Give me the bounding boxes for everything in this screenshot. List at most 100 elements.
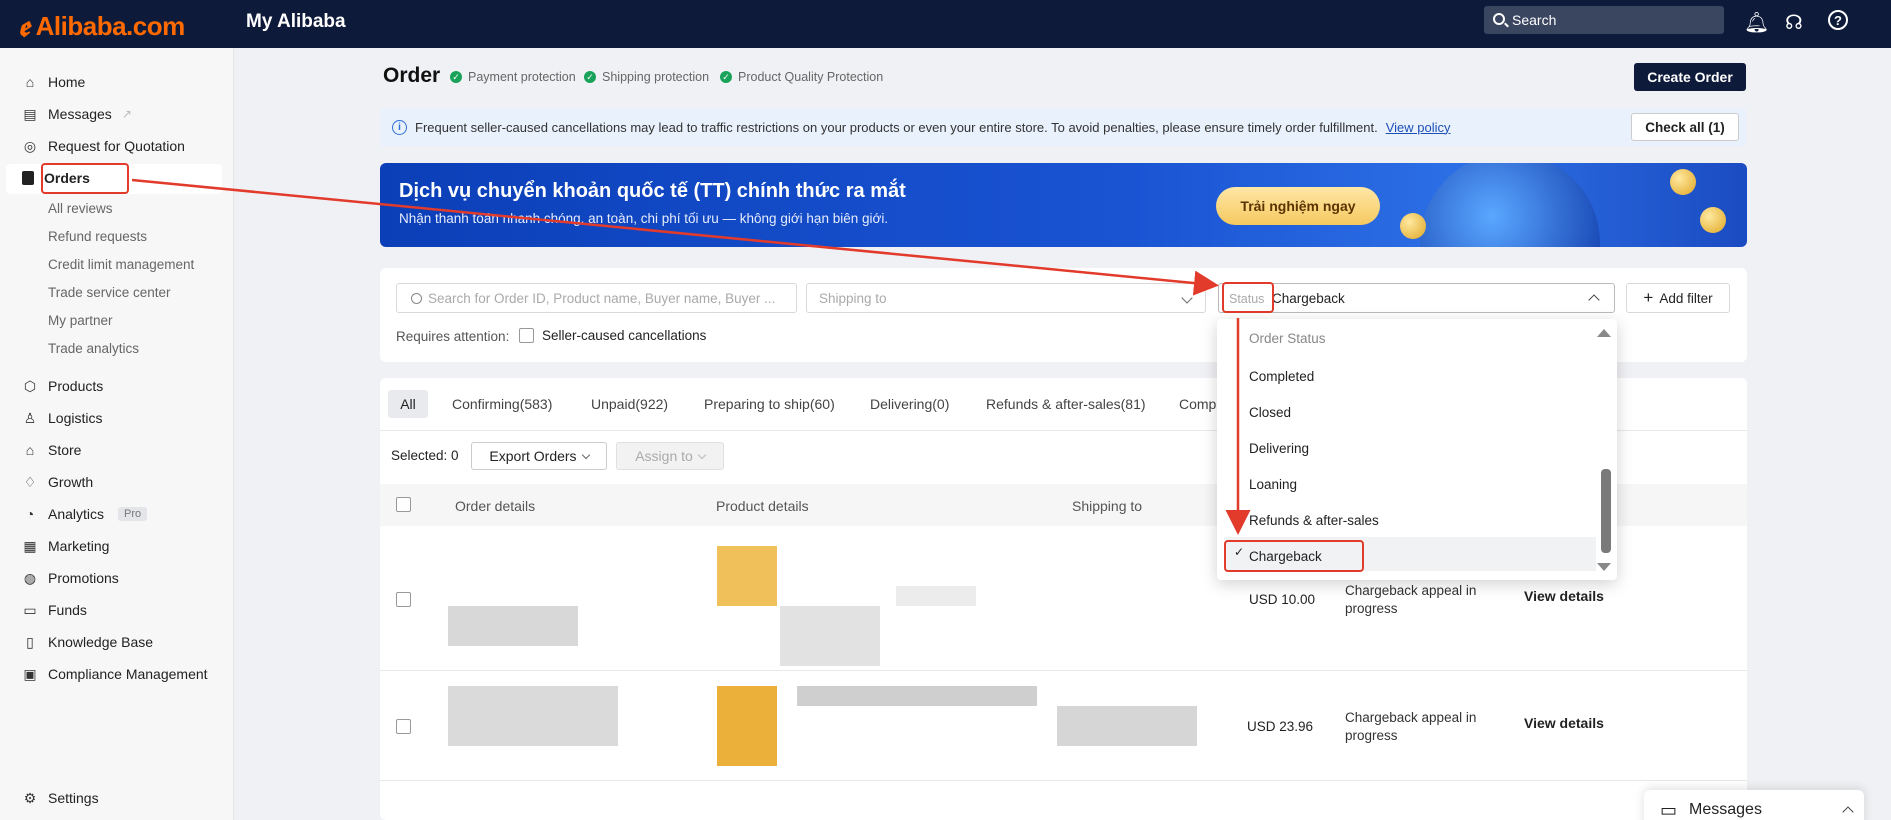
blurred-order-details bbox=[448, 686, 618, 746]
scroll-down-arrow-icon[interactable] bbox=[1597, 563, 1611, 571]
sidebar-item-label: Growth bbox=[48, 474, 94, 490]
brand-name: Alibaba.com bbox=[35, 10, 186, 41]
sidebar-subitem-my-partner[interactable]: My partner bbox=[48, 313, 113, 328]
export-orders-button[interactable]: Export Orders bbox=[471, 442, 607, 470]
sidebar-item-store[interactable]: ⌂ Store bbox=[22, 438, 82, 462]
check-circle-icon: ✓ bbox=[720, 71, 732, 83]
search-icon bbox=[1493, 13, 1505, 25]
tab-unpaid[interactable]: Unpaid(922) bbox=[591, 396, 668, 412]
box-icon: ⬡ bbox=[23, 377, 37, 394]
sidebar-subitem-refund-requests[interactable]: Refund requests bbox=[48, 229, 147, 244]
check-all-button[interactable]: Check all (1) bbox=[1631, 113, 1739, 141]
status-option-closed[interactable]: Closed bbox=[1249, 405, 1291, 420]
tab-confirming[interactable]: Confirming(583) bbox=[452, 396, 552, 412]
dropdown-scrollbar[interactable] bbox=[1601, 469, 1611, 553]
row-checkbox[interactable] bbox=[396, 592, 411, 607]
tab-all[interactable]: All bbox=[388, 390, 428, 418]
order-search-input[interactable]: Search for Order ID, Product name, Buyer… bbox=[396, 283, 797, 313]
banner-cta-button[interactable]: Trải nghiệm ngay bbox=[1216, 187, 1380, 225]
order-amount: USD 10.00 bbox=[1249, 592, 1316, 607]
messages-widget[interactable]: ▭ Messages bbox=[1644, 790, 1864, 820]
headset-icon[interactable]: ☊ bbox=[1785, 10, 1803, 35]
select-all-checkbox[interactable] bbox=[396, 497, 411, 512]
column-product-details: Product details bbox=[716, 498, 809, 514]
order-search-placeholder: Search for Order ID, Product name, Buyer… bbox=[428, 290, 776, 306]
quality-protection-badge: ✓ Product Quality Protection bbox=[720, 70, 883, 84]
sidebar-item-label: Funds bbox=[48, 602, 87, 618]
divider bbox=[380, 670, 1747, 671]
promotions-icon: ◍ bbox=[23, 569, 37, 586]
sidebar-item-label: Compliance Management bbox=[48, 666, 208, 682]
sidebar-subitem-credit-limit[interactable]: Credit limit management bbox=[48, 257, 194, 272]
shipping-to-select[interactable]: Shipping to bbox=[806, 283, 1206, 313]
sidebar-item-compliance[interactable]: ▣ Compliance Management bbox=[22, 662, 208, 686]
blurred-order-details bbox=[448, 606, 578, 646]
alibaba-logo[interactable]: ꬲ Alibaba.com bbox=[18, 7, 185, 45]
checkbox[interactable] bbox=[519, 328, 534, 343]
status-select[interactable]: Status Chargeback bbox=[1218, 283, 1615, 313]
sidebar-item-home[interactable]: ⌂ Home bbox=[22, 70, 86, 94]
add-filter-button[interactable]: + Add filter bbox=[1626, 283, 1730, 313]
status-option-delivering[interactable]: Delivering bbox=[1249, 441, 1309, 456]
add-filter-label: Add filter bbox=[1659, 290, 1713, 306]
orders-annotation-box bbox=[41, 163, 129, 194]
promo-banner[interactable]: Dịch vụ chuyển khoản quốc tế (TT) chính … bbox=[380, 163, 1747, 247]
sidebar-item-label: Products bbox=[48, 378, 104, 394]
plus-icon: + bbox=[1643, 288, 1654, 307]
sidebar-item-funds[interactable]: ▭ Funds bbox=[22, 598, 87, 622]
sidebar-item-rfq[interactable]: ◎ Request for Quotation bbox=[22, 134, 185, 158]
protection-label: Product Quality Protection bbox=[738, 70, 884, 84]
requires-attention-label: Requires attention: bbox=[396, 329, 510, 344]
sidebar-item-promotions[interactable]: ◍ Promotions bbox=[22, 566, 119, 590]
bell-icon[interactable]: 🔔︎ bbox=[1744, 10, 1769, 35]
blurred-product-name bbox=[780, 606, 880, 666]
growth-icon: ♢ bbox=[23, 473, 37, 490]
sidebar-item-knowledge-base[interactable]: ▯ Knowledge Base bbox=[22, 630, 153, 654]
sidebar-item-growth[interactable]: ♢ Growth bbox=[22, 470, 93, 494]
sidebar-item-settings[interactable]: ⚙ Settings bbox=[22, 786, 99, 810]
status-option-refunds[interactable]: Refunds & after-sales bbox=[1249, 513, 1379, 528]
column-order-details: Order details bbox=[455, 498, 536, 514]
seller-cancellations-checkbox[interactable]: Seller-caused cancellations bbox=[519, 328, 706, 343]
section-title[interactable]: My Alibaba bbox=[246, 11, 346, 33]
sidebar-item-logistics[interactable]: ♙ Logistics bbox=[22, 406, 103, 430]
help-icon[interactable]: ? bbox=[1828, 10, 1848, 30]
view-details-link[interactable]: View details bbox=[1524, 588, 1604, 604]
sidebar-item-label: Analytics bbox=[48, 506, 105, 522]
sidebar-item-label: Logistics bbox=[48, 410, 103, 426]
view-policy-link[interactable]: View policy bbox=[1386, 120, 1451, 135]
row-checkbox[interactable] bbox=[396, 719, 411, 734]
sidebar-item-analytics[interactable]: ◔ Analytics Pro bbox=[22, 502, 148, 526]
status-option-loaning[interactable]: Loaning bbox=[1249, 477, 1297, 492]
status-value: Chargeback bbox=[1271, 290, 1345, 306]
sidebar-subitem-all-reviews[interactable]: All reviews bbox=[48, 201, 113, 216]
sidebar-item-label: Settings bbox=[48, 790, 99, 806]
funds-icon: ▭ bbox=[23, 601, 37, 618]
sidebar-item-marketing[interactable]: ▦ Marketing bbox=[22, 534, 109, 558]
payment-protection-badge: ✓ Payment protection bbox=[450, 70, 576, 84]
page-title: Order bbox=[383, 64, 441, 87]
check-circle-icon: ✓ bbox=[450, 71, 462, 83]
global-search-input[interactable]: Search bbox=[1484, 6, 1724, 34]
gear-icon: ⚙ bbox=[23, 789, 37, 806]
view-details-link[interactable]: View details bbox=[1524, 715, 1604, 731]
sidebar-item-messages[interactable]: ▤ Messages ↗ bbox=[22, 102, 132, 126]
scroll-up-arrow-icon[interactable] bbox=[1597, 329, 1611, 337]
sidebar-item-products[interactable]: ⬡ Products bbox=[22, 374, 103, 398]
order-status: Chargeback appeal in progress bbox=[1345, 583, 1477, 616]
pro-badge: Pro bbox=[118, 507, 148, 521]
sidebar-subitem-trade-analytics[interactable]: Trade analytics bbox=[48, 341, 139, 356]
assign-to-button[interactable]: Assign to bbox=[616, 442, 724, 470]
tab-delivering[interactable]: Delivering(0) bbox=[870, 396, 949, 412]
sidebar-subitem-trade-service[interactable]: Trade service center bbox=[48, 285, 171, 300]
messages-widget-label: Messages bbox=[1689, 801, 1762, 818]
tab-completed[interactable]: Comp bbox=[1179, 396, 1216, 412]
create-order-button[interactable]: Create Order bbox=[1634, 63, 1746, 91]
coin-illustration bbox=[1400, 213, 1426, 239]
blurred-product-meta bbox=[896, 586, 976, 606]
tab-refunds-after-sales[interactable]: Refunds & after-sales(81) bbox=[986, 396, 1146, 412]
status-option-completed[interactable]: Completed bbox=[1249, 369, 1314, 384]
tab-preparing-to-ship[interactable]: Preparing to ship(60) bbox=[704, 396, 835, 412]
chevron-up-icon[interactable] bbox=[1842, 806, 1854, 818]
export-orders-label: Export Orders bbox=[489, 448, 577, 464]
